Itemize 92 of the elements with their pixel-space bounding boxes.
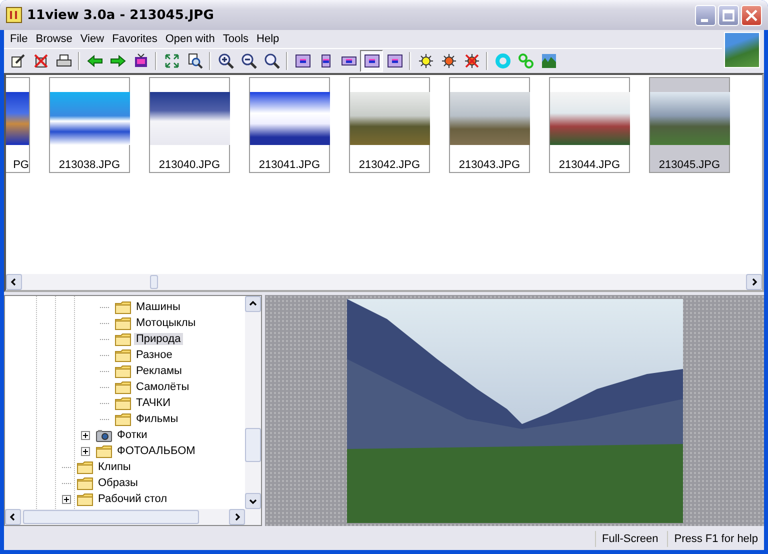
tree-item[interactable]: Клипы (96, 461, 133, 473)
tree-item[interactable]: Самолёты (134, 381, 192, 393)
tree-item[interactable]: Машины (134, 301, 182, 313)
folder-icon (115, 300, 131, 314)
expand-icon[interactable] (81, 446, 90, 456)
left-caret-icon (9, 513, 17, 521)
photo-placeholder (724, 32, 760, 68)
ring-icon (494, 53, 510, 69)
folder-icon (115, 412, 131, 426)
menu-item[interactable]: Tools (218, 33, 253, 45)
left-caret-icon (10, 278, 18, 286)
menu-item[interactable]: View (76, 33, 108, 45)
close-button[interactable] (741, 4, 762, 26)
tree-item[interactable]: Фильмы (134, 413, 180, 425)
folder-icon (77, 460, 93, 474)
scroll-down-button[interactable] (245, 493, 261, 509)
vertical-scrollbar[interactable] (245, 296, 261, 509)
search-icon (264, 53, 280, 69)
printer-icon (56, 53, 72, 69)
layout-icon (364, 53, 380, 69)
thumbnail-card[interactable]: 213041.JPG (249, 77, 330, 173)
menu-item[interactable]: Favorites (108, 33, 162, 45)
down-caret-icon (249, 497, 257, 505)
toolbar-button[interactable] (360, 50, 383, 72)
right-caret-icon (750, 278, 758, 286)
folder-icon (115, 316, 131, 330)
sun-icon (440, 53, 456, 69)
minimize-button[interactable] (695, 4, 716, 26)
folder-icon (115, 348, 131, 362)
edit-icon (10, 53, 26, 69)
folder-icon (96, 444, 112, 458)
minimize-icon (701, 18, 708, 22)
scroll-left-button[interactable] (6, 274, 22, 290)
crossed-sun-icon (464, 53, 480, 69)
status-text: Full-Screen (594, 531, 664, 547)
fit-screen-icon (164, 53, 180, 69)
sun-icon (418, 53, 434, 69)
thumbnail-card[interactable]: PG (6, 77, 30, 173)
up-caret-icon (249, 300, 257, 308)
expand-icon[interactable] (62, 494, 71, 504)
left-arrow-icon (86, 53, 102, 69)
layout-icon (294, 53, 310, 69)
thumbnail-card[interactable]: 213044.JPG (549, 77, 630, 173)
scroll-left-button[interactable] (5, 509, 21, 525)
tree-item[interactable]: Мотоцыклы (134, 317, 198, 329)
document-search-icon (186, 53, 202, 69)
thumbnail-card[interactable]: 213042.JPG (349, 77, 430, 173)
app-logo-icon (6, 7, 22, 23)
status-text: Press F1 for help (667, 531, 764, 547)
zoom-out-icon (240, 53, 256, 69)
menu-item[interactable]: Open with (161, 33, 219, 45)
tree-item[interactable]: ФОТОАЛЬБОМ (115, 445, 198, 457)
folder-icon (115, 332, 131, 346)
tree-item[interactable]: Природа (134, 333, 183, 345)
layout-icon (386, 53, 402, 69)
thumbnail-card[interactable]: 213045.JPG (649, 77, 730, 173)
right-arrow-icon (110, 53, 126, 69)
tree-item[interactable]: ТАЧКИ (134, 397, 172, 409)
tree-item[interactable]: Образы (96, 477, 140, 489)
folder-icon (115, 364, 131, 378)
tv-icon (132, 53, 148, 69)
horizontal-scrollbar[interactable] (5, 509, 261, 525)
right-caret-icon (233, 513, 241, 521)
menu-item[interactable]: Browse (32, 33, 76, 45)
maximize-button[interactable] (718, 4, 739, 26)
scroll-right-button[interactable] (229, 509, 245, 525)
window-title: 11view 3.0a - 213045.JPG (27, 8, 215, 22)
thumbnail-card[interactable]: 213043.JPG (449, 77, 530, 173)
scroll-right-button[interactable] (746, 274, 762, 290)
scroll-thumb[interactable] (245, 428, 261, 462)
thumbnail-card[interactable]: 213038.JPG (49, 77, 130, 173)
horizontal-scrollbar[interactable] (6, 274, 762, 290)
folder-icon (77, 492, 93, 506)
delete-icon (32, 53, 48, 69)
tree-item[interactable]: Рабочий стол (96, 493, 170, 505)
tree-item[interactable]: Фотки (115, 429, 150, 441)
scroll-thumb[interactable] (150, 275, 158, 289)
tree-item[interactable]: Разное (134, 349, 174, 361)
landscape-icon (540, 53, 556, 69)
folder-icon (115, 396, 131, 410)
thumbnail-card[interactable]: 213040.JPG (149, 77, 230, 173)
gears-icon (518, 53, 534, 69)
menu-item[interactable]: Help (252, 33, 284, 45)
expand-icon[interactable] (81, 430, 90, 440)
menu-item[interactable]: File (6, 33, 32, 45)
zoom-in-icon (218, 53, 234, 69)
scroll-thumb[interactable] (23, 510, 199, 524)
tree-item[interactable]: Рекламы (134, 365, 184, 377)
scroll-up-button[interactable] (245, 296, 261, 312)
folder-icon (77, 476, 93, 490)
folder-icon (115, 380, 131, 394)
camera-icon (96, 428, 112, 442)
